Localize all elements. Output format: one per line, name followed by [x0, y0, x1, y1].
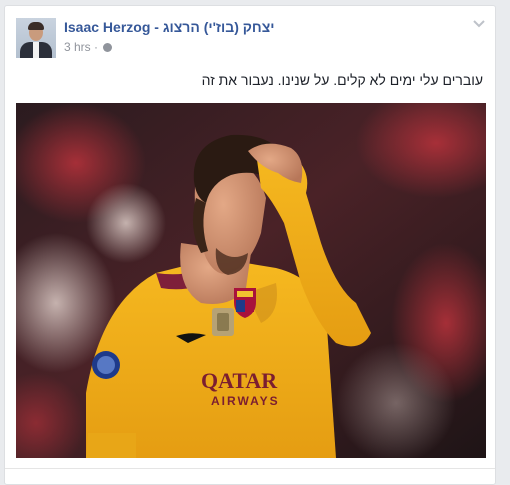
post-text: עוברים עלי ימים לא קלים. על שנינו. נעבור…: [201, 72, 483, 88]
globe-icon[interactable]: [103, 43, 113, 52]
divider: [5, 468, 495, 469]
chevron-down-icon[interactable]: [473, 19, 485, 29]
post-card: Isaac Herzog - יצחק (בוז'י) הרצוג 3 hrs …: [4, 5, 496, 485]
avatar[interactable]: [16, 18, 56, 58]
shirt-sponsor-text: QATAR: [201, 368, 278, 393]
photo-illustration: QATAR AIRWAYS: [16, 103, 486, 458]
post-author-name[interactable]: Isaac Herzog - יצחק (בוז'י) הרצוג: [64, 19, 274, 35]
shirt-sponsor-text-2: AIRWAYS: [211, 394, 280, 408]
post-photo[interactable]: QATAR AIRWAYS: [16, 103, 486, 458]
meta-separator: ·: [94, 40, 99, 54]
post-timestamp[interactable]: 3 hrs: [64, 40, 91, 54]
post-meta: 3 hrs ·: [64, 40, 113, 54]
